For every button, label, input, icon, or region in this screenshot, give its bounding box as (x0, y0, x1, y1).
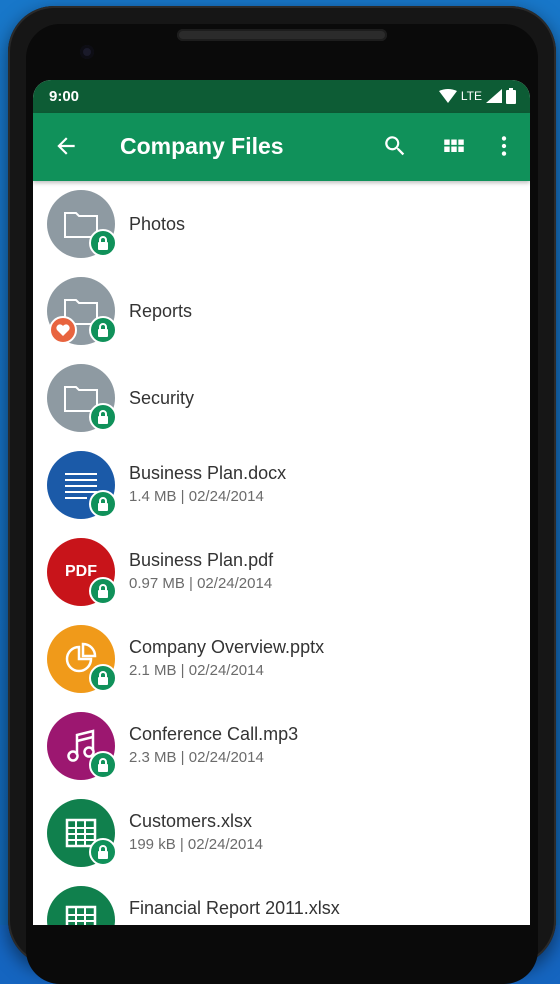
file-meta: 0.97 MB | 02/24/2014 (129, 575, 273, 592)
file-name: Photos (129, 214, 186, 234)
earpiece-speaker (177, 29, 387, 41)
status-icons: LTE (438, 87, 516, 105)
file-name: Security (129, 388, 195, 408)
screen: 9:00 LTE Company Files Photos Reports Se… (33, 80, 530, 925)
lock-badge-icon (89, 403, 117, 431)
list-item-reports[interactable]: Reports (33, 268, 530, 355)
file-name: Conference Call.mp3 (129, 724, 299, 744)
list-item-financial-report-xlsx[interactable]: Financial Report 2011.xlsx (33, 877, 530, 925)
front-camera-icon (80, 45, 94, 59)
status-time: 9:00 (49, 88, 80, 105)
lock-badge-icon (89, 664, 117, 692)
file-meta: 2.3 MB | 02/24/2014 (129, 749, 264, 766)
list-item-conference-call-mp3[interactable]: Conference Call.mp3 2.3 MB | 02/24/2014 (33, 703, 530, 790)
pdf-icon: PDF (65, 563, 97, 580)
file-meta: 2.1 MB | 02/24/2014 (129, 662, 264, 679)
list-item-security[interactable]: Security (33, 355, 530, 442)
network-label: LTE (460, 89, 482, 103)
list-item-business-plan-docx[interactable]: Business Plan.docx 1.4 MB | 02/24/2014 (33, 442, 530, 529)
file-name: Customers.xlsx (129, 811, 253, 831)
favorite-heart-icon (49, 316, 77, 344)
file-name: Business Plan.pdf (129, 550, 274, 570)
lock-badge-icon (89, 751, 117, 779)
back-arrow-icon[interactable] (53, 133, 79, 159)
file-name: Financial Report 2011.xlsx (129, 898, 340, 918)
grid-view-icon[interactable] (441, 133, 467, 159)
battery-icon (506, 88, 516, 104)
file-meta: 1.4 MB | 02/24/2014 (129, 488, 264, 505)
list-item-customers-xlsx[interactable]: Customers.xlsx 199 kB | 02/24/2014 (33, 790, 530, 877)
xlsx-avatar (47, 886, 115, 925)
lock-badge-icon (89, 577, 117, 605)
page-title: Company Files (120, 133, 284, 159)
file-name: Business Plan.docx (129, 463, 287, 483)
list-item-business-plan-pdf[interactable]: PDF Business Plan.pdf 0.97 MB | 02/24/20… (33, 529, 530, 616)
lock-badge-icon (89, 229, 117, 257)
wifi-icon (438, 89, 457, 103)
app-bar: Company Files (33, 113, 530, 181)
signal-icon (486, 89, 502, 103)
lock-badge-icon (89, 316, 117, 344)
status-bar: 9:00 LTE (33, 80, 530, 113)
lock-badge-icon (89, 490, 117, 518)
list-item-photos[interactable]: Photos (33, 181, 530, 268)
lock-badge-icon (89, 838, 117, 866)
more-vert-icon[interactable] (491, 133, 517, 159)
file-name: Company Overview.pptx (129, 637, 325, 657)
spreadsheet-icon (65, 905, 97, 925)
search-icon[interactable] (382, 133, 408, 159)
file-name: Reports (129, 301, 193, 321)
list-item-company-overview-pptx[interactable]: Company Overview.pptx 2.1 MB | 02/24/201… (33, 616, 530, 703)
file-meta: 199 kB | 02/24/2014 (129, 836, 264, 853)
